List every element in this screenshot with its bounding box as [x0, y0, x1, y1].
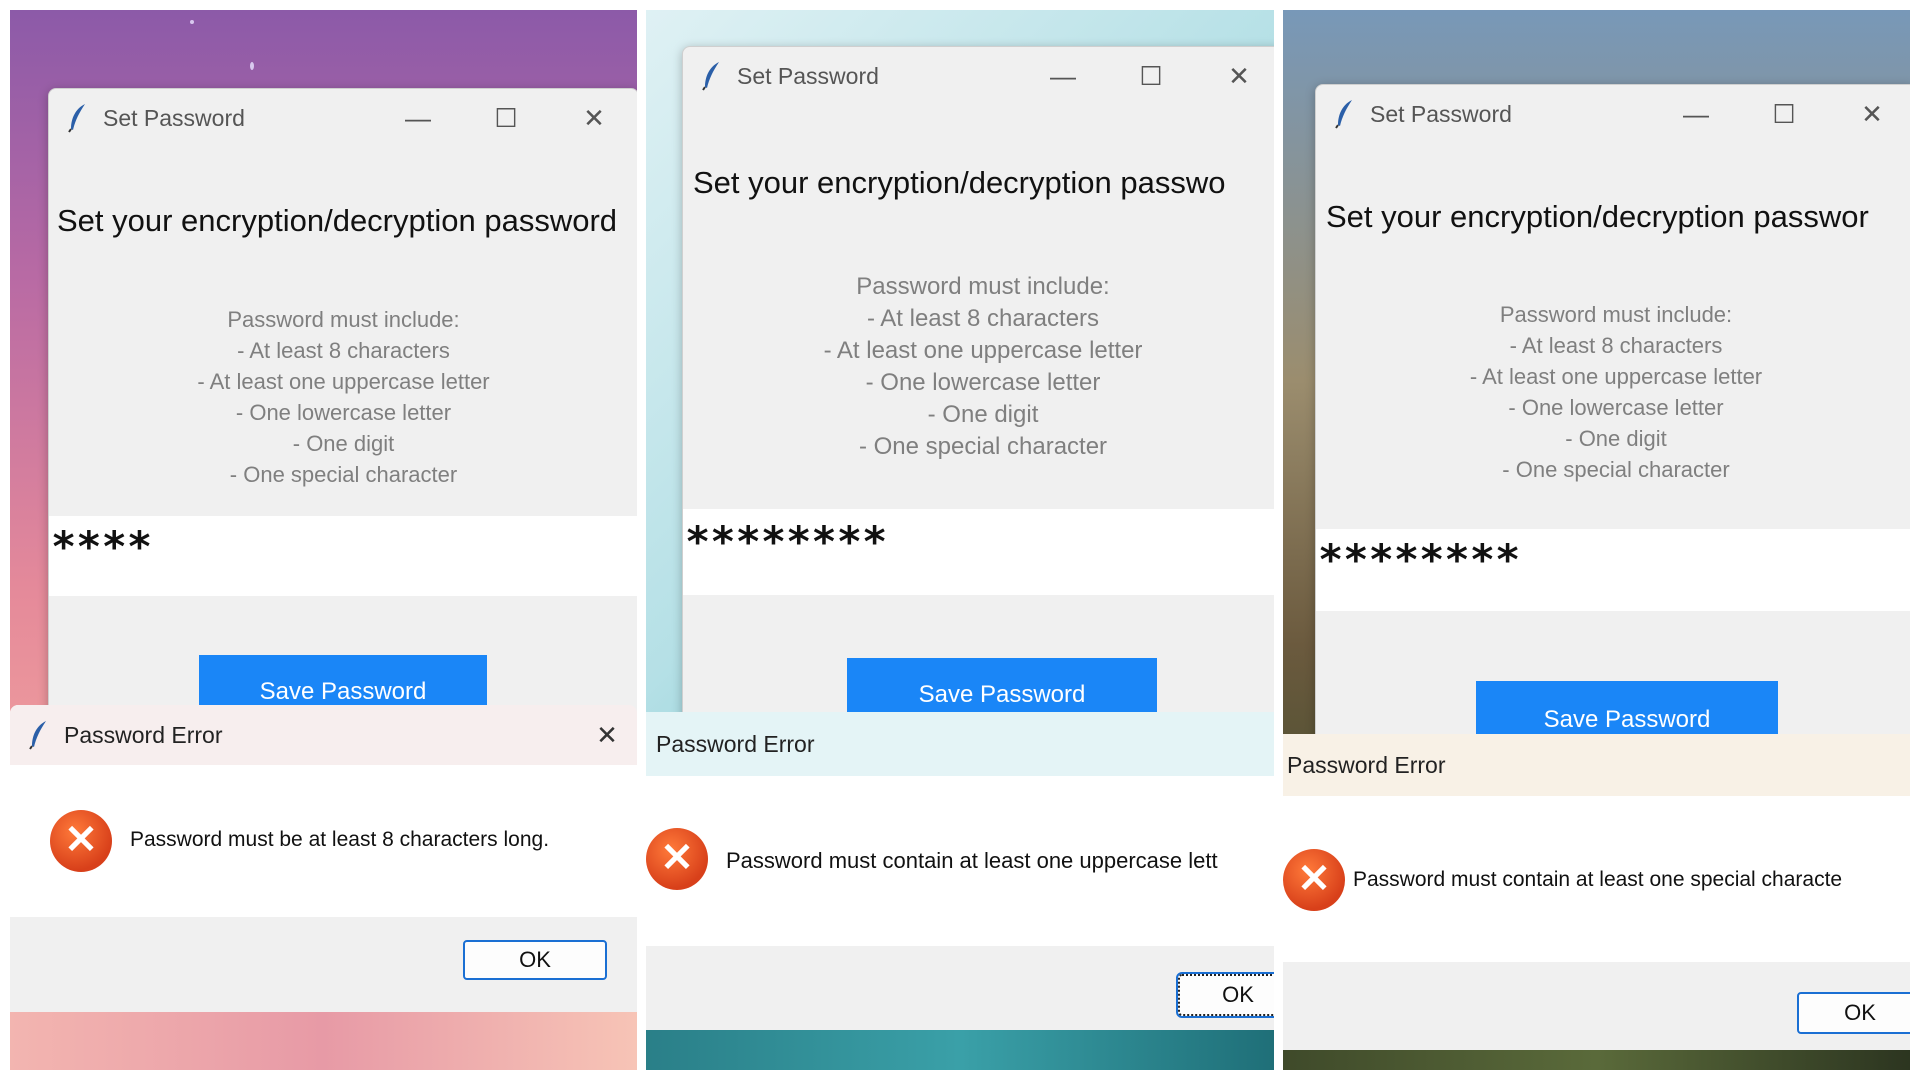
dialog-title: Password Error: [656, 730, 815, 757]
window-title: Set Password: [1370, 100, 1512, 127]
error-icon: ✕: [50, 810, 112, 872]
close-icon[interactable]: ✕: [1828, 85, 1910, 143]
requirement-line: - At least 8 characters: [237, 338, 450, 363]
set-password-window: Set Password — ☐ ✕ Set your encryption/d…: [1315, 84, 1910, 746]
error-message: Password must contain at least one speci…: [1353, 868, 1843, 891]
error-message: Password must contain at least one upper…: [726, 848, 1218, 873]
password-requirements: Password must include: - At least 8 char…: [49, 304, 637, 490]
window-titlebar: Set Password — ☐ ✕: [49, 89, 637, 147]
requirement-line: Password must include:: [856, 273, 1110, 300]
error-message: Password must be at least 8 characters l…: [130, 828, 550, 851]
desktop-background-strip: [1283, 1050, 1910, 1070]
close-icon[interactable]: ✕: [577, 720, 637, 751]
maximize-icon[interactable]: ☐: [462, 89, 550, 147]
feather-icon: [1335, 100, 1352, 129]
dialog-body: ✕ Password must contain at least one upp…: [646, 776, 1274, 946]
requirement-line: - One special character: [1502, 457, 1730, 482]
dialog-titlebar: Password Error ✕: [10, 705, 637, 765]
dialog-body: ✕ Password must be at least 8 characters…: [10, 765, 637, 917]
dialog-title: Password Error: [64, 721, 223, 748]
requirement-line: Password must include:: [1499, 302, 1733, 327]
password-requirements: Password must include: - At least 8 char…: [1316, 299, 1910, 485]
password-input[interactable]: ********: [1316, 529, 1910, 611]
page-heading: Set your encryption/decryption password: [57, 203, 618, 238]
requirement-line: - At least one uppercase letter: [1469, 364, 1763, 389]
password-masked-value: ********: [1318, 535, 1521, 584]
screenshot-panel-3: Set Password — ☐ ✕ Set your encryption/d…: [1283, 10, 1910, 1070]
password-input[interactable]: ****: [49, 516, 637, 596]
minimize-icon[interactable]: —: [1652, 85, 1740, 143]
desktop-background-strip: [10, 1012, 637, 1070]
background-star: [190, 20, 194, 24]
requirement-line: - One digit: [1565, 426, 1667, 451]
screenshot-panel-2: Set Password — ☐ ✕ Set your encryption/d…: [646, 10, 1274, 1070]
feather-icon: [29, 721, 46, 750]
password-error-dialog: Password Error ✕ Password must contain a…: [1283, 734, 1910, 1050]
dialog-title: Password Error: [1287, 751, 1446, 778]
password-input[interactable]: ********: [683, 509, 1274, 595]
requirement-line: - One special character: [858, 433, 1108, 460]
close-icon[interactable]: ✕: [1195, 47, 1274, 105]
close-icon[interactable]: ✕: [550, 89, 637, 147]
window-title: Set Password: [103, 104, 245, 131]
background-star: [250, 62, 254, 70]
requirement-line: - One special character: [229, 462, 458, 487]
maximize-icon[interactable]: ☐: [1740, 85, 1828, 143]
error-icon: ✕: [1283, 849, 1345, 911]
requirement-line: - At least one uppercase letter: [823, 337, 1143, 364]
requirement-line: - At least one uppercase letter: [197, 369, 490, 394]
feather-icon: [702, 62, 719, 91]
requirement-line: - One lowercase letter: [1508, 395, 1724, 420]
password-masked-value: ********: [685, 517, 888, 566]
requirement-line: - At least 8 characters: [866, 305, 1100, 332]
window-titlebar: Set Password — ☐ ✕: [1316, 85, 1910, 143]
password-error-dialog: Password Error ✕ Password must contain a…: [646, 712, 1274, 1030]
maximize-icon[interactable]: ☐: [1107, 47, 1195, 105]
requirement-line: - At least 8 characters: [1509, 333, 1723, 358]
requirement-line: - One digit: [927, 401, 1039, 428]
error-icon: ✕: [646, 828, 708, 890]
ok-button[interactable]: OK: [1797, 992, 1910, 1034]
window-titlebar: Set Password — ☐ ✕: [683, 47, 1274, 105]
feather-icon: [68, 104, 85, 133]
dialog-body: ✕ Password must contain at least one spe…: [1283, 796, 1910, 962]
password-requirements: Password must include: - At least 8 char…: [683, 271, 1274, 463]
dialog-titlebar: Password Error: [1283, 734, 1910, 796]
minimize-icon[interactable]: —: [374, 89, 462, 147]
page-heading: Set your encryption/decryption passwo: [693, 165, 1226, 200]
minimize-icon[interactable]: —: [1019, 47, 1107, 105]
requirement-line: Password must include:: [227, 307, 460, 332]
desktop-background-strip: [646, 1030, 1274, 1070]
set-password-window: Set Password — ☐ ✕ Set your encryption/d…: [48, 88, 637, 790]
set-password-window: Set Password — ☐ ✕ Set your encryption/d…: [682, 46, 1274, 748]
requirement-line: - One lowercase letter: [865, 369, 1101, 396]
requirement-line: - One digit: [292, 431, 395, 456]
page-heading: Set your encryption/decryption passwor: [1326, 199, 1869, 234]
ok-button[interactable]: OK: [463, 940, 607, 980]
requirement-line: - One lowercase letter: [235, 400, 452, 425]
ok-button[interactable]: OK: [1176, 972, 1274, 1018]
window-title: Set Password: [737, 62, 879, 89]
dialog-titlebar: Password Error: [646, 712, 1274, 776]
password-masked-value: ****: [51, 522, 153, 571]
screenshot-panel-1: Set Password — ☐ ✕ Set your encryption/d…: [10, 10, 637, 1070]
